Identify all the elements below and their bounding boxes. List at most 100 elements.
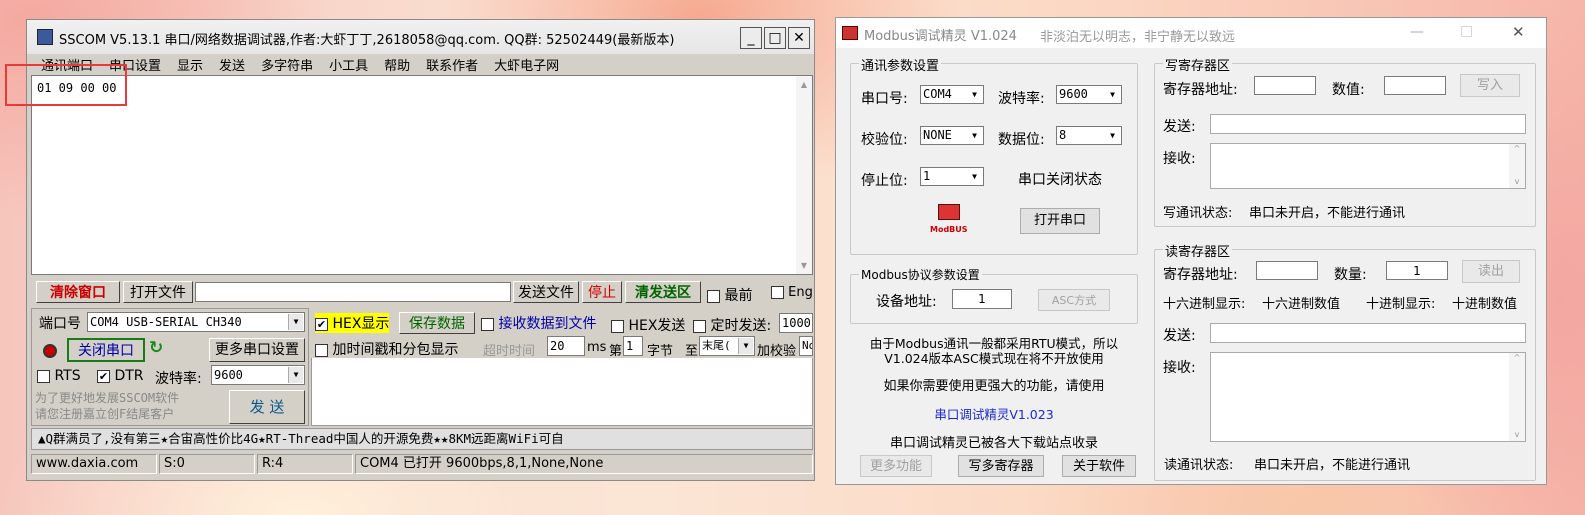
r-recv-field[interactable]: ^ v — [1210, 352, 1526, 442]
news-ticker[interactable]: ▲Q群满员了,没有第三★合宙高性价比4G★RT-Thread中国人的开源免费★★… — [31, 428, 813, 450]
r-status-label: 读通讯状态: — [1164, 458, 1234, 473]
nth-byte-input[interactable]: 1 — [623, 336, 643, 356]
promo-line-1: 为了更好地发展SSCOM软件 — [35, 391, 180, 405]
menu-contact[interactable]: 联系作者 — [426, 59, 478, 74]
write-multi-button[interactable]: 写多寄存器 — [958, 455, 1044, 477]
port-select[interactable]: COM4 USB-SERIAL CH340 ▼ — [87, 312, 305, 332]
english-check-icon — [771, 286, 784, 299]
checksum-select[interactable]: No — [799, 336, 813, 356]
databits-select[interactable]: 8 ▼ — [1056, 126, 1122, 145]
rts-checkbox[interactable]: RTS — [37, 368, 81, 384]
notice-line-3: 如果你需要使用更强大的功能，请使用 — [883, 379, 1105, 394]
menu-display[interactable]: 显示 — [177, 59, 203, 74]
w-addr-label: 寄存器地址: — [1163, 82, 1238, 98]
sscom-title-bar: SSCOM V5.13.1 串口/网络数据调试器,作者:大虾丁丁,2618058… — [27, 20, 814, 54]
timeout-input[interactable]: 20 — [547, 336, 585, 356]
open-file-button[interactable]: 打开文件 — [123, 281, 193, 303]
w-send-label: 发送: — [1163, 119, 1196, 135]
w-recv-scrollbar[interactable]: ^ v — [1509, 144, 1525, 188]
ms-label: ms — [587, 340, 607, 355]
close-port-button[interactable]: 关闭串口 — [67, 338, 145, 362]
r-send-label: 发送: — [1163, 328, 1196, 344]
timestamp-checkbox[interactable]: 加时间戳和分包显示 — [315, 339, 458, 359]
clear-send-button[interactable]: 清发送区 — [625, 281, 701, 303]
device-addr-input[interactable]: 1 — [952, 289, 1012, 309]
refresh-icon[interactable]: ↻ — [149, 338, 163, 358]
port-label: 端口号 — [39, 316, 81, 332]
topmost-checkbox[interactable]: 最前 — [707, 285, 752, 305]
r-count-input[interactable]: 1 — [1386, 261, 1448, 280]
menu-multi-string[interactable]: 多字符串 — [261, 59, 313, 74]
notice-line-2: V1.024版本ASC模式现在将不开放使用 — [884, 351, 1104, 366]
hex-display-label: 十六进制显示: — [1163, 297, 1246, 312]
about-button[interactable]: 关于软件 — [1062, 455, 1136, 477]
save-data-button[interactable]: 保存数据 — [399, 312, 475, 334]
comm-params-caption: 通讯参数设置 — [859, 55, 942, 74]
w-value-label: 数值: — [1332, 82, 1365, 98]
maximize-icon[interactable]: □ — [1460, 23, 1473, 39]
open-port-button[interactable]: 打开串口 — [1020, 208, 1100, 234]
clear-window-button[interactable]: 清除窗口 — [36, 281, 120, 303]
close-icon[interactable]: ✕ — [1512, 23, 1525, 41]
hex-display-label: HEX显示 — [332, 316, 390, 332]
topmost-label: 最前 — [724, 288, 753, 304]
w-status-label: 写通讯状态: — [1163, 206, 1233, 221]
topmost-check-icon — [707, 289, 720, 303]
baud-select[interactable]: 9600 ▼ — [211, 365, 305, 385]
app-icon — [37, 29, 53, 45]
minimize-button[interactable]: _ — [740, 27, 762, 49]
tool-link[interactable]: 串口调试精灵V1.023 — [850, 404, 1138, 423]
read-button[interactable]: 读出 — [1462, 260, 1520, 283]
asc-mode-button[interactable]: ASC方式 — [1038, 289, 1110, 311]
port-status-led-icon — [43, 344, 57, 358]
r-recv-scrollbar[interactable]: ^ v — [1509, 353, 1525, 441]
hex-send-checkbox[interactable]: HEX发送 — [611, 315, 699, 335]
file-path-input[interactable] — [195, 282, 511, 302]
send-file-button[interactable]: 发送文件 — [513, 281, 579, 303]
w-status-text: 串口未开启，不能进行通讯 — [1249, 206, 1406, 221]
status-website[interactable]: www.daxia.com — [31, 454, 157, 474]
notice-line-1: 由于Modbus通讯一般都采用RTU模式，所以 — [869, 336, 1119, 351]
receive-scrollbar[interactable]: ▲ ▼ — [796, 76, 812, 274]
english-checkbox[interactable]: Eng — [771, 285, 813, 300]
write-button[interactable]: 写入 — [1460, 74, 1520, 97]
timed-interval-input[interactable]: 1000 — [779, 313, 813, 333]
baud-select[interactable]: 9600 ▼ — [1056, 85, 1122, 104]
hex-display-checkbox[interactable]: ✔ HEX显示 — [315, 313, 390, 333]
menu-help[interactable]: 帮助 — [384, 59, 410, 74]
timed-send-check-icon — [693, 319, 706, 333]
menu-tools[interactable]: 小工具 — [329, 59, 368, 74]
w-value-input[interactable] — [1384, 76, 1446, 95]
end-select[interactable]: 末尾(▼ — [699, 336, 755, 356]
menu-send[interactable]: 发送 — [219, 59, 245, 74]
modbus-logo-icon — [938, 204, 960, 220]
w-send-field[interactable] — [1210, 114, 1526, 134]
close-button[interactable]: ✕ — [788, 27, 810, 49]
w-recv-field[interactable]: ^ v — [1210, 143, 1526, 189]
port-select[interactable]: COM4 ▼ — [920, 85, 984, 104]
databits-label: 数据位: — [998, 132, 1045, 148]
more-settings-button[interactable]: 更多串口设置 — [209, 338, 305, 362]
stopbits-value: 1 — [923, 169, 931, 183]
menu-daxia[interactable]: 大虾电子网 — [494, 59, 559, 74]
parity-select[interactable]: NONE ▼ — [920, 126, 984, 145]
more-functions-button[interactable]: 更多功能 — [860, 455, 932, 477]
timed-send-checkbox[interactable]: 定时发送: — [693, 315, 771, 335]
timeout-label: 超时时间 — [483, 344, 536, 359]
dtr-label: DTR — [114, 368, 144, 384]
maximize-button[interactable]: □ — [764, 27, 786, 49]
r-send-field[interactable] — [1210, 323, 1526, 343]
r-addr-input[interactable] — [1256, 261, 1318, 280]
receive-area[interactable]: 01 09 00 00 ▲ ▼ — [31, 75, 813, 275]
modbus-title-bar: Modbus调试精灵 V1.024 非淡泊无以明志，非宁静无以致远 — □ ✕ — [836, 18, 1546, 48]
parity-value: NONE — [923, 128, 952, 142]
send-button[interactable]: 发 送 — [229, 390, 305, 424]
stopbits-select[interactable]: 1 ▼ — [920, 167, 984, 186]
read-register-caption: 读寄存器区 — [1163, 241, 1233, 260]
minimize-icon[interactable]: — — [1410, 24, 1424, 40]
recv-to-file-checkbox[interactable]: 接收数据到文件 — [481, 313, 596, 333]
dtr-checkbox[interactable]: ✔ DTR — [97, 368, 144, 384]
stop-button[interactable]: 停止 — [582, 281, 622, 303]
w-addr-input[interactable] — [1254, 76, 1316, 95]
parity-label: 校验位: — [861, 132, 908, 148]
